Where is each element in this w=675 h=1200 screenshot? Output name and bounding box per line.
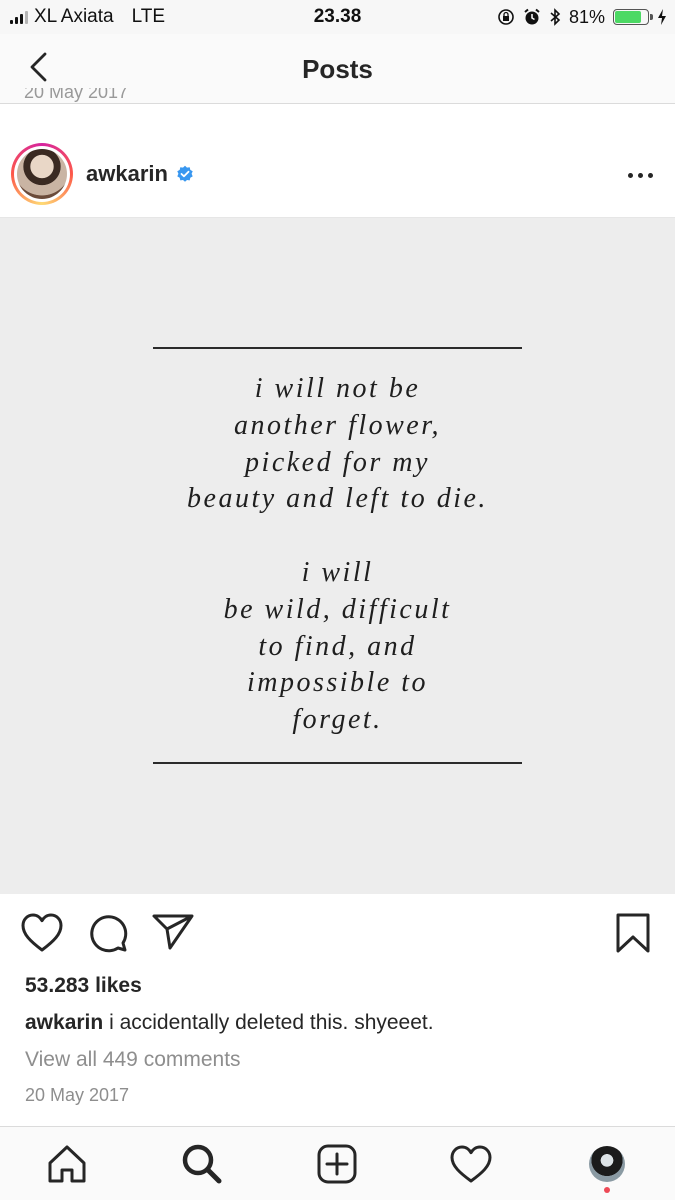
new-post-icon[interactable]: [312, 1139, 362, 1189]
activity-icon[interactable]: [446, 1139, 496, 1189]
notification-dot: [604, 1187, 610, 1193]
profile-tab[interactable]: [582, 1139, 632, 1193]
likes-count[interactable]: 53.283 likes: [25, 974, 142, 998]
charging-icon: [658, 9, 666, 25]
poem-line: forget.: [292, 704, 383, 736]
poem-line: picked for my: [245, 446, 430, 478]
page-title: Posts: [302, 54, 373, 84]
rotation-lock-icon: [498, 9, 514, 25]
previous-post-date: 20 May 2017: [24, 88, 129, 102]
verified-badge-icon: [177, 165, 193, 182]
poem-line: i will: [301, 557, 374, 588]
poem-line: impossible to: [246, 667, 429, 699]
caption-text: i accidentally deleted this. shyeeet.: [109, 1011, 434, 1034]
status-right: 81%: [497, 5, 667, 29]
caption-username[interactable]: awkarin: [25, 1011, 103, 1034]
username[interactable]: awkarin: [86, 161, 168, 187]
battery-percent: 81%: [568, 6, 605, 27]
more-options-icon[interactable]: [618, 160, 662, 190]
poem-line: to find, and: [258, 630, 417, 662]
top-divider-line: [153, 347, 522, 349]
view-all-comments-link[interactable]: View all 449 comments: [25, 1048, 241, 1072]
post-date: 20 May 2017: [25, 1085, 130, 1105]
comment-icon[interactable]: [87, 912, 129, 954]
poem-line: be wild, difficult: [223, 593, 452, 625]
post-actions: [0, 894, 675, 974]
battery-icon: [613, 9, 653, 25]
bluetooth-icon: [550, 8, 561, 26]
bottom-divider-line: [153, 762, 522, 764]
bookmark-icon[interactable]: [613, 912, 653, 954]
post-header: awkarin: [0, 130, 675, 218]
avatar-image: [17, 149, 67, 199]
poem-line: i will not be: [254, 373, 421, 404]
avatar[interactable]: [11, 143, 73, 205]
poem-stanza-1: i will not be another flower, picked for…: [0, 371, 675, 518]
alarm-icon: [524, 8, 540, 25]
poem-line: beauty and left to die.: [187, 483, 488, 515]
status-bar: XL Axiata LTE 23.38 81%: [0, 0, 675, 34]
heart-icon[interactable]: [20, 912, 64, 954]
tab-bar: [0, 1126, 675, 1200]
share-icon[interactable]: [151, 912, 195, 952]
caption: awkarin i accidentally deleted this. shy…: [25, 1011, 434, 1035]
post-image[interactable]: i will not be another flower, picked for…: [0, 218, 675, 894]
profile-avatar: [589, 1146, 625, 1182]
poem-stanza-2: i will be wild, difficult to find, and i…: [0, 555, 675, 739]
home-icon[interactable]: [42, 1139, 92, 1189]
battery-fill: [615, 11, 641, 23]
search-icon[interactable]: [177, 1139, 227, 1189]
poem-line: another flower,: [233, 409, 442, 441]
